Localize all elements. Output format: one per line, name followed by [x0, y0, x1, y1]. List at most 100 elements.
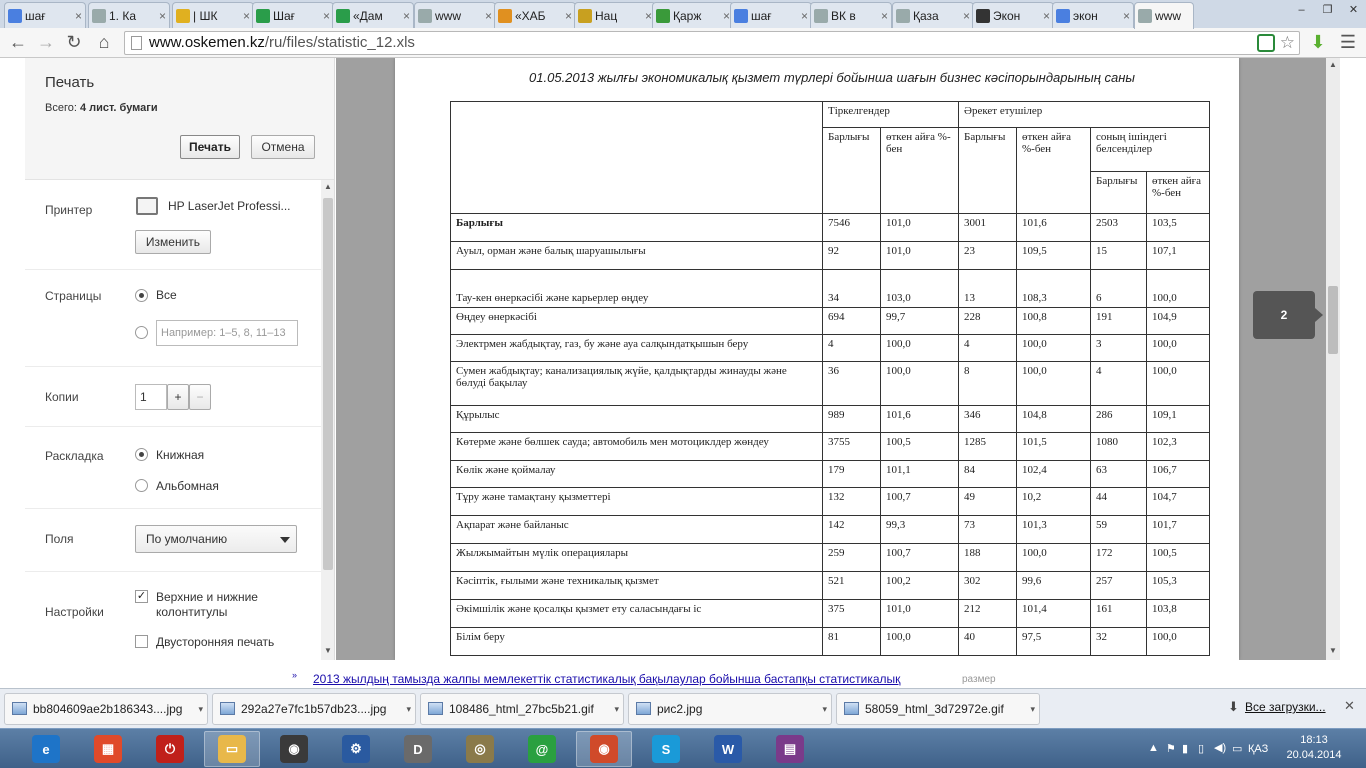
copies-input[interactable]: 1 [135, 384, 167, 410]
margins-select[interactable]: По умолчанию [135, 525, 297, 553]
download-item[interactable]: 58059_html_3d72972e.gif ▾ [836, 693, 1040, 725]
scroll-down-icon[interactable]: ▼ [1329, 646, 1337, 655]
layout-portrait-radio[interactable] [135, 448, 148, 461]
scroll-up-icon[interactable]: ▲ [324, 182, 332, 191]
chevron-down-icon[interactable]: ▾ [406, 694, 411, 724]
taskbar-button[interactable]: ◎ [452, 731, 508, 767]
download-item[interactable]: 292a27e7fc1b57db23....jpg ▾ [212, 693, 416, 725]
layout-landscape-radio[interactable] [135, 479, 148, 492]
tab[interactable]: «ХАБ × [494, 2, 576, 28]
tab-close-icon[interactable]: × [1123, 9, 1130, 23]
tab[interactable]: www [1134, 2, 1194, 29]
tab-close-icon[interactable]: × [243, 9, 250, 23]
taskbar-button[interactable]: D [390, 731, 446, 767]
tab[interactable]: шағ × [730, 2, 812, 28]
clock[interactable]: 18:13 20.04.2014 [1286, 733, 1342, 763]
header-operating-pct: өткен айға %-бен [1016, 127, 1091, 214]
volume-icon[interactable]: ◀) [1214, 741, 1226, 754]
taskbar-button[interactable]: ⚙ [328, 731, 384, 767]
tab-close-icon[interactable]: × [801, 9, 808, 23]
download-item[interactable]: рис2.jpg ▾ [628, 693, 832, 725]
tab-close-icon[interactable]: × [963, 9, 970, 23]
tab[interactable]: ВК в × [810, 2, 892, 28]
tab[interactable]: Қарж × [652, 2, 734, 28]
taskbar-button[interactable]: ▦ [80, 731, 136, 767]
all-downloads-link[interactable]: Все загрузки... [1245, 700, 1326, 714]
taskbar-button[interactable]: @ [514, 731, 570, 767]
taskbar-button[interactable]: W [700, 731, 756, 767]
tab[interactable]: Қаза × [892, 2, 974, 28]
chevron-down-icon[interactable]: ▾ [1030, 694, 1035, 724]
close-icon[interactable]: ✕ [1344, 698, 1355, 714]
tab-close-icon[interactable]: × [1043, 9, 1050, 23]
print-button[interactable]: Печать [180, 135, 240, 159]
forward-button[interactable]: → [34, 31, 58, 55]
keyboard-icon[interactable]: ▭ [1232, 742, 1242, 755]
chevron-down-icon[interactable]: ▾ [198, 694, 203, 724]
pages-custom-radio[interactable] [135, 326, 148, 339]
taskbar-button[interactable]: ◉ [576, 731, 632, 767]
tab-close-icon[interactable]: × [485, 9, 492, 23]
table-cell: 257 [1090, 571, 1147, 600]
taskbar-button[interactable]: ▤ [762, 731, 818, 767]
window-close-icon[interactable]: ✕ [1340, 0, 1366, 20]
tab[interactable]: Шағ × [252, 2, 334, 28]
taskbar-button[interactable]: S [638, 731, 694, 767]
flag-icon[interactable]: ⚑ [1166, 742, 1176, 755]
menu-icon[interactable]: ☰ [1336, 31, 1360, 55]
scrollbar-thumb[interactable] [323, 198, 333, 570]
headers-footers-checkbox[interactable]: ✓ [135, 590, 148, 603]
tab[interactable]: www × [414, 2, 496, 28]
scrollbar-thumb[interactable] [1328, 286, 1338, 354]
tab-close-icon[interactable]: × [159, 9, 166, 23]
minimize-icon[interactable]: – [1288, 0, 1315, 20]
tab-close-icon[interactable]: × [723, 9, 730, 23]
tab[interactable]: экон × [1052, 2, 1134, 28]
duplex-checkbox[interactable] [135, 635, 148, 648]
tab[interactable]: Экон × [972, 2, 1054, 28]
language-indicator[interactable]: ҚАЗ [1248, 743, 1268, 755]
address-bar[interactable]: www.oskemen.kz/ru/files/statistic_12.xls… [124, 31, 1300, 55]
taskbar-button[interactable]: e [18, 731, 74, 767]
download-item[interactable]: bb804609ae2b186343....jpg ▾ [4, 693, 208, 725]
change-printer-button[interactable]: Изменить [135, 230, 211, 254]
preview-scrollbar[interactable]: ▲ ▼ [1326, 58, 1340, 660]
tab-close-icon[interactable]: × [881, 9, 888, 23]
pages-all-radio[interactable] [135, 289, 148, 302]
pages-range-input[interactable]: Например: 1–5, 8, 11–13 [156, 320, 298, 346]
home-button[interactable]: ⌂ [92, 31, 116, 55]
tab-close-icon[interactable]: × [565, 9, 572, 23]
tab[interactable]: шағ × [4, 2, 86, 28]
bookmark-star-icon[interactable]: ☆ [1280, 32, 1295, 54]
tab[interactable]: 1. Ка × [88, 2, 170, 28]
reload-button[interactable]: ↻ [62, 31, 86, 55]
tab[interactable]: Нац × [574, 2, 656, 28]
copies-minus-button[interactable]: − [189, 384, 211, 410]
tab-close-icon[interactable]: × [323, 9, 330, 23]
page-link[interactable]: 2013 жылдың тамызда жалпы мемлекеттік ст… [313, 672, 900, 686]
cancel-button[interactable]: Отмена [251, 135, 315, 159]
up-arrow-icon[interactable]: ▲ [1148, 742, 1159, 754]
chevron-down-icon[interactable]: ▾ [822, 694, 827, 724]
tab[interactable]: | ШК × [172, 2, 254, 28]
print-panel-scrollbar[interactable]: ▲ ▼ [321, 180, 334, 660]
tab-close-icon[interactable]: × [403, 9, 410, 23]
scroll-up-icon[interactable]: ▲ [1329, 60, 1337, 69]
taskbar-button[interactable]: ◉ [266, 731, 322, 767]
network-icon[interactable]: ▮ [1182, 742, 1188, 755]
power-icon[interactable]: ▯ [1198, 742, 1204, 755]
maximize-icon[interactable]: ❐ [1314, 0, 1341, 20]
tab-close-icon[interactable]: × [645, 9, 652, 23]
tab-close-icon[interactable]: × [75, 9, 82, 23]
tab[interactable]: «Дам × [332, 2, 414, 28]
taskbar-button[interactable]: ⏻ [142, 731, 198, 767]
taskbar-button[interactable]: ▭ [204, 731, 260, 767]
copies-plus-button[interactable]: + [167, 384, 189, 410]
back-button[interactable]: ← [6, 31, 30, 55]
download-item[interactable]: 108486_html_27bc5b21.gif ▾ [420, 693, 624, 725]
scroll-down-icon[interactable]: ▼ [324, 646, 332, 655]
e-icon [976, 8, 990, 23]
download-extension-icon[interactable]: ⬇ [1306, 31, 1330, 55]
extension-shield-icon[interactable] [1257, 34, 1275, 52]
chevron-down-icon[interactable]: ▾ [614, 694, 619, 724]
